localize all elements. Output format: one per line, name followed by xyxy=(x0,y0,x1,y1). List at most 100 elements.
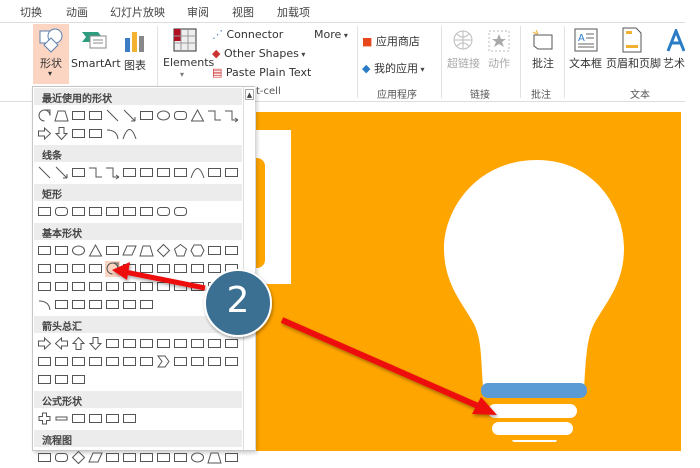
arc-shape-icon[interactable] xyxy=(105,126,120,142)
divide-shape-icon[interactable] xyxy=(88,411,103,427)
sun-shape-icon[interactable] xyxy=(190,279,205,295)
left-right-arrow-shape-icon[interactable] xyxy=(105,336,120,352)
trapezoid-shape-icon[interactable] xyxy=(139,243,154,259)
cube-shape-icon[interactable] xyxy=(37,279,52,295)
rect-shape-icon[interactable] xyxy=(37,204,52,220)
l-shape-shape-icon[interactable] xyxy=(156,261,171,277)
snip-round-shape-icon[interactable] xyxy=(105,204,120,220)
gallery-scrollbar[interactable]: ▲ xyxy=(243,87,255,450)
roundrect-shape-icon[interactable] xyxy=(173,204,188,220)
multiply-shape-icon[interactable] xyxy=(71,411,86,427)
parallelogram-shape-icon[interactable] xyxy=(88,450,103,466)
plaque-shape-icon[interactable] xyxy=(207,261,222,277)
teardrop-shape-icon[interactable] xyxy=(105,261,120,277)
elements-button[interactable]: Elements ▾ xyxy=(160,26,214,84)
elbow-arrow-shape-icon[interactable] xyxy=(224,108,239,124)
diagonal-stripe-shape-icon[interactable] xyxy=(173,261,188,277)
freeform-shape-icon[interactable] xyxy=(207,165,222,181)
dodecagon-shape-icon[interactable] xyxy=(54,261,69,277)
round-top-shape-icon[interactable] xyxy=(88,204,103,220)
heptagon-shape-icon[interactable] xyxy=(207,243,222,259)
chevron-shape-icon[interactable] xyxy=(156,354,171,370)
plus-shape-icon[interactable] xyxy=(37,411,52,427)
curved-up-arrow-shape-icon[interactable] xyxy=(71,354,86,370)
my-apps-button[interactable]: ◆ 我的应用 ▾ xyxy=(362,60,425,76)
scribble-shape-icon[interactable] xyxy=(224,165,239,181)
arc-shape-icon[interactable] xyxy=(37,297,52,313)
left-right-up-arrow-shape-icon[interactable] xyxy=(156,336,171,352)
folded-corner-shape-icon[interactable] xyxy=(122,279,137,295)
circular-arrow-shape-icon[interactable] xyxy=(71,372,86,388)
heart-shape-icon[interactable] xyxy=(156,279,171,295)
elbow-shape-icon[interactable] xyxy=(207,108,222,124)
half-frame-shape-icon[interactable] xyxy=(139,261,154,277)
down-arrow-callout-shape-icon[interactable] xyxy=(190,354,205,370)
right-brace-shape-icon[interactable] xyxy=(139,297,154,313)
document-shape-icon[interactable] xyxy=(139,450,154,466)
line-shape-icon[interactable] xyxy=(105,108,120,124)
double-brace-shape-icon[interactable] xyxy=(71,297,86,313)
teardrop-shape-icon[interactable] xyxy=(37,108,52,124)
hexagon-shape-icon[interactable] xyxy=(190,243,205,259)
octagon-shape-icon[interactable] xyxy=(224,243,239,259)
up-arrow-callout-shape-icon[interactable] xyxy=(224,354,239,370)
left-bracket-shape-icon[interactable] xyxy=(88,297,103,313)
chart-button[interactable]: 图表 xyxy=(121,26,149,76)
rect-shape-icon[interactable] xyxy=(139,108,154,124)
down-arrow-shape-icon[interactable] xyxy=(54,126,69,142)
rect-shape-icon[interactable] xyxy=(105,450,120,466)
left-up-arrow-shape-icon[interactable] xyxy=(207,336,222,352)
rect-shape-icon[interactable] xyxy=(122,450,137,466)
chord-shape-icon[interactable] xyxy=(88,261,103,277)
right-arrow-callout-shape-icon[interactable] xyxy=(173,354,188,370)
double-arrow-line-shape-icon[interactable] xyxy=(71,165,86,181)
ellipse-shape-icon[interactable] xyxy=(156,108,171,124)
slide-canvas[interactable] xyxy=(256,112,681,451)
quad-arrow-callout-shape-icon[interactable] xyxy=(54,372,69,388)
triangle-shape-icon[interactable] xyxy=(190,108,205,124)
right-bracket-shape-icon[interactable] xyxy=(105,297,120,313)
up-arrow-shape-icon[interactable] xyxy=(71,336,86,352)
tab-transitions[interactable]: 切换 xyxy=(20,4,42,20)
arrow-line-shape-icon[interactable] xyxy=(54,165,69,181)
bent-up-arrow-shape-icon[interactable] xyxy=(224,336,239,352)
pentagon-shape-icon[interactable] xyxy=(173,243,188,259)
hyperlink-button[interactable]: 超链接 xyxy=(447,28,481,78)
tab-slideshow[interactable]: 幻灯片放映 xyxy=(110,4,165,20)
quad-arrow-shape-icon[interactable] xyxy=(139,336,154,352)
line-shape-icon[interactable] xyxy=(37,165,52,181)
rect-shape-icon[interactable] xyxy=(37,450,52,466)
roundrect-shape-icon[interactable] xyxy=(173,108,188,124)
curve-shape-icon[interactable] xyxy=(122,126,137,142)
multidocument-shape-icon[interactable] xyxy=(156,450,171,466)
not-equal-shape-icon[interactable] xyxy=(122,411,137,427)
pie-shape-icon[interactable] xyxy=(71,261,86,277)
diamond-shape-icon[interactable] xyxy=(71,450,86,466)
curve-shape-icon[interactable] xyxy=(190,165,205,181)
minus-shape-icon[interactable] xyxy=(54,411,69,427)
curve-double-shape-icon[interactable] xyxy=(173,165,188,181)
elbow-double-shape-icon[interactable] xyxy=(122,165,137,181)
trapezoid-shape-icon[interactable] xyxy=(207,450,222,466)
other-shapes-button[interactable]: ◆ Other Shapes ▾ xyxy=(212,47,305,60)
more-button[interactable]: More ▾ xyxy=(314,28,348,41)
donut-shape-icon[interactable] xyxy=(71,279,86,295)
elbow-arrow-shape-icon[interactable] xyxy=(105,165,120,181)
paste-plain-text-button[interactable]: ▤ Paste Plain Text xyxy=(212,66,311,79)
ellipse-shape-icon[interactable] xyxy=(190,450,205,466)
lightning-shape-icon[interactable] xyxy=(173,279,188,295)
header-footer-button[interactable]: 页眉和页脚 xyxy=(606,26,661,76)
tab-view[interactable]: 视图 xyxy=(232,4,254,20)
elbow-shape-icon[interactable] xyxy=(88,165,103,181)
vtextbox-shape-icon[interactable] xyxy=(54,243,69,259)
right-triangle-shape-icon[interactable] xyxy=(105,243,120,259)
terminator-shape-icon[interactable] xyxy=(173,450,188,466)
snip2-shape-icon[interactable] xyxy=(122,204,137,220)
lightbulb-illustration[interactable] xyxy=(436,152,636,442)
decagon-shape-icon[interactable] xyxy=(37,261,52,277)
scroll-up-icon[interactable]: ▲ xyxy=(245,89,254,100)
app-store-button[interactable]: ■ 应用商店 xyxy=(362,33,420,49)
roundrect-shape-icon[interactable] xyxy=(54,450,69,466)
textbox-button[interactable]: A 文本框 xyxy=(568,26,604,84)
bevel-shape-icon[interactable] xyxy=(54,279,69,295)
